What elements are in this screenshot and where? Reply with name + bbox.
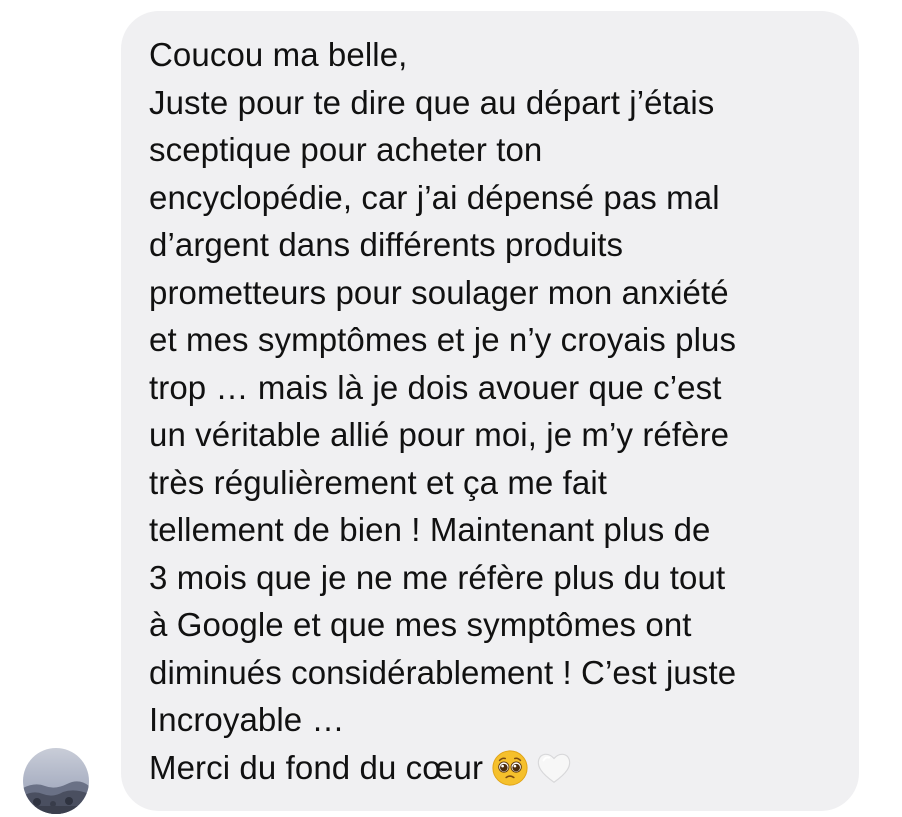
message-line: encyclopédie, car j’ai dépensé pas mal bbox=[149, 178, 720, 216]
message-last-line: Merci du fond du cœur bbox=[149, 744, 839, 794]
message-bubble[interactable]: Coucou ma belle, Juste pour te dire que … bbox=[121, 11, 859, 811]
message-line: Merci du fond du cœur bbox=[149, 748, 484, 786]
message-line: Incroyable … bbox=[149, 701, 345, 738]
white-heart-icon bbox=[537, 754, 571, 784]
message-line: 3 mois que je ne me réfère plus du tout bbox=[149, 558, 726, 596]
message-line: à Google et que mes symptômes ont bbox=[149, 606, 692, 643]
message-line: et mes symptômes et je n’y croyais plus bbox=[149, 321, 737, 358]
chat-screen: Coucou ma belle, Juste pour te dire que … bbox=[0, 0, 902, 817]
avatar-image bbox=[23, 748, 89, 814]
message-line: diminués considérablement ! C’est juste bbox=[149, 653, 737, 691]
message-line: Juste pour te dire que au départ j’étais bbox=[149, 83, 715, 121]
avatar[interactable] bbox=[23, 748, 89, 814]
message-line: tellement de bien ! Maintenant plus de bbox=[149, 511, 711, 548]
pleading-face-icon bbox=[492, 750, 528, 786]
message-line: Coucou ma belle, bbox=[149, 36, 408, 73]
message-line: un véritable allié pour moi, je m’y réfè… bbox=[149, 416, 730, 453]
message-line: prometteurs pour soulager mon anxiété bbox=[149, 273, 729, 311]
message-line: trop … mais là je dois avouer que c’est bbox=[149, 368, 722, 406]
emoji-group bbox=[491, 742, 579, 790]
message-line: très régulièrement et ça me fait bbox=[149, 463, 608, 501]
message-line: d’argent dans différents produits bbox=[149, 226, 624, 263]
message-line: sceptique pour acheter ton bbox=[149, 131, 543, 168]
